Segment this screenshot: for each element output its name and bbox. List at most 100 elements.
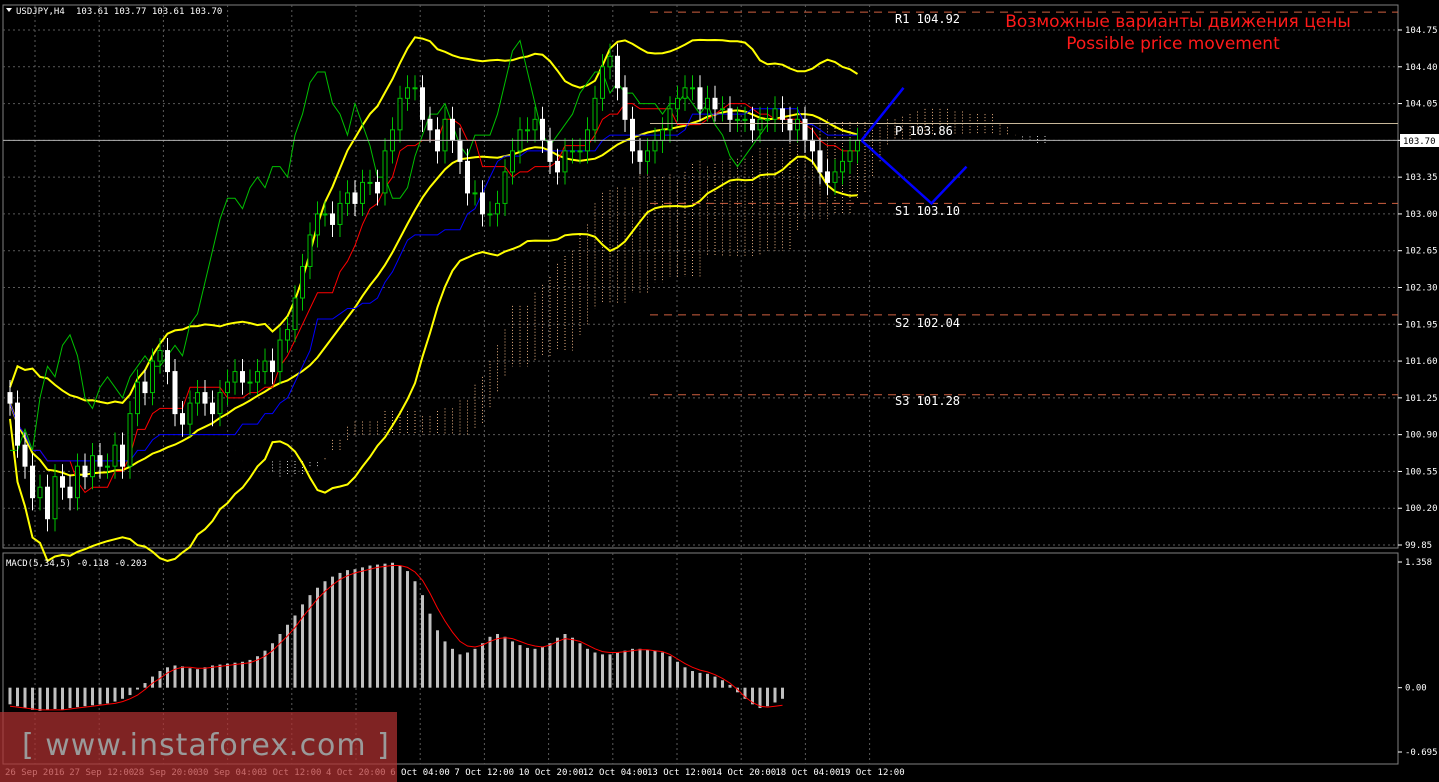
macd-bar xyxy=(128,687,132,696)
macd-bar xyxy=(76,687,79,708)
candle-body xyxy=(172,371,178,415)
macd-bar xyxy=(466,652,469,688)
chikou-line xyxy=(10,39,768,451)
macd-bar xyxy=(8,687,12,705)
candle-body xyxy=(165,350,170,373)
candle-body xyxy=(570,150,575,153)
candle-body xyxy=(240,371,245,383)
macd-bar xyxy=(218,664,222,688)
macd-bar xyxy=(323,581,327,688)
macd-y-tick-label: 0.00 xyxy=(1405,684,1427,694)
annotation-en: Possible price movement xyxy=(1066,34,1280,54)
candle-body xyxy=(765,118,770,121)
candle-body xyxy=(22,444,28,467)
candle-body xyxy=(210,402,215,415)
candle-body xyxy=(52,476,58,520)
macd-bar xyxy=(188,668,192,688)
macd-bar xyxy=(413,581,417,688)
macd-bar xyxy=(533,648,537,688)
x-tick-label: 18 Oct 04:00 xyxy=(775,768,840,778)
candle-body xyxy=(472,192,478,195)
candle-body xyxy=(825,171,830,183)
candle-body xyxy=(285,329,290,341)
candle-body xyxy=(187,402,193,425)
candle-body xyxy=(120,444,125,467)
candle-body xyxy=(217,392,223,415)
candle-body xyxy=(592,97,598,131)
macd-bar xyxy=(61,687,64,710)
macd-bar xyxy=(503,636,507,688)
candle-body xyxy=(307,234,313,267)
macd-bar xyxy=(398,565,402,688)
macd-bar xyxy=(721,680,724,688)
macd-bar xyxy=(436,630,439,688)
bollinger-lower xyxy=(9,155,858,563)
macd-bar xyxy=(106,687,109,704)
candle-body xyxy=(615,55,620,89)
macd-bar xyxy=(211,665,214,688)
level-s2-label: S2 102.04 xyxy=(895,316,960,330)
y-tick-label: 102.65 xyxy=(1405,247,1438,257)
macd-bar xyxy=(98,687,102,705)
candle-body xyxy=(37,486,43,499)
macd-bar xyxy=(631,648,634,688)
macd-bar xyxy=(481,643,484,688)
candle-body xyxy=(697,87,703,110)
macd-bar xyxy=(698,672,702,688)
candle-body xyxy=(232,371,238,383)
macd-y-tick-label: 1.358 xyxy=(1405,558,1432,568)
macd-y-tick-label: -0.695 xyxy=(1405,748,1438,758)
candle-body xyxy=(660,129,665,141)
candle-body xyxy=(810,139,815,152)
candle-body xyxy=(495,202,500,215)
macd-title: MACD(5,34,5) -0.118 -0.203 xyxy=(6,559,147,569)
macd-bar xyxy=(233,662,237,688)
ohlc-values: 103.61 103.77 103.61 103.70 xyxy=(76,7,222,17)
macd-bar xyxy=(713,676,717,688)
macd-bar xyxy=(773,687,777,703)
candle-body xyxy=(315,213,320,236)
macd-bar xyxy=(623,650,627,688)
candle-body xyxy=(195,392,200,404)
candle-body xyxy=(450,118,455,141)
macd-bar xyxy=(488,636,492,688)
y-tick-label: 101.95 xyxy=(1405,320,1438,330)
macd-bar xyxy=(38,687,42,711)
candle-body xyxy=(225,381,230,394)
candle-body xyxy=(300,265,305,299)
y-tick-label: 101.60 xyxy=(1405,357,1438,367)
level-p-label: P 103.86 xyxy=(895,124,953,138)
macd-bar xyxy=(728,684,732,688)
macd-bar xyxy=(556,637,559,688)
macd-bar xyxy=(706,673,709,688)
macd-bar xyxy=(563,634,567,688)
symbol-label: USDJPY,H4 xyxy=(16,7,65,17)
candle-body xyxy=(150,360,155,394)
y-tick-label: 104.05 xyxy=(1405,100,1438,110)
macd-bar xyxy=(361,567,364,688)
candle-body xyxy=(60,476,65,488)
candle-body xyxy=(30,465,35,499)
macd-bar xyxy=(383,563,387,688)
candle-body xyxy=(367,181,373,184)
candle-body xyxy=(787,118,793,131)
candle-body xyxy=(720,108,725,111)
candle-body xyxy=(157,350,163,362)
candle-body xyxy=(555,160,560,173)
candle-body xyxy=(15,402,20,446)
x-tick-label: 14 Oct 20:00 xyxy=(711,768,776,778)
level-s1-label: S1 103.10 xyxy=(895,204,960,218)
y-tick-label: 104.40 xyxy=(1405,63,1438,73)
candle-body xyxy=(735,118,740,121)
macd-bar xyxy=(443,641,447,688)
symbol-dropdown-icon[interactable] xyxy=(6,8,12,12)
candle-body xyxy=(487,213,493,216)
candle-body xyxy=(345,192,350,204)
y-tick-label: 102.30 xyxy=(1405,284,1438,294)
candle-body xyxy=(67,486,73,499)
candle-body xyxy=(690,87,695,90)
candle-body xyxy=(855,139,860,152)
macd-bar xyxy=(166,667,169,688)
macd-bar xyxy=(331,576,334,688)
macd-bar xyxy=(496,634,499,688)
